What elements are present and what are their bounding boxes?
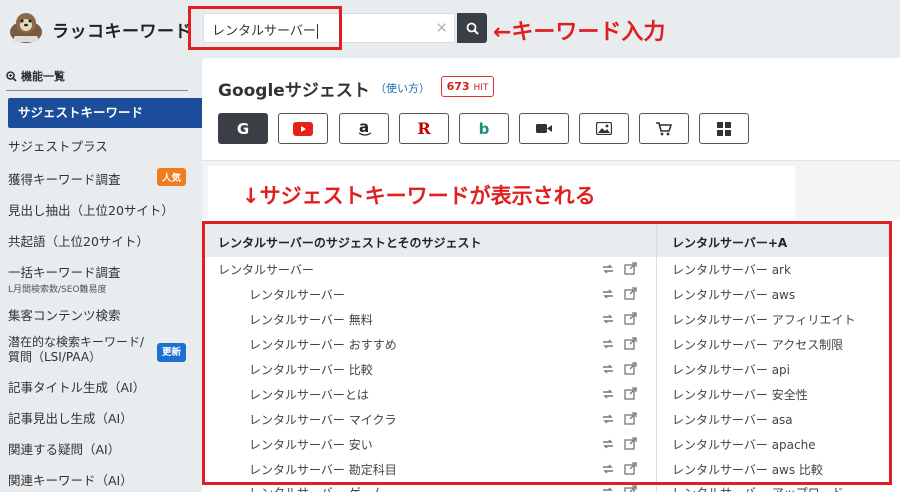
- engine-image-button[interactable]: [579, 113, 629, 144]
- engine-google-button[interactable]: G: [218, 113, 268, 144]
- sidebar-divider: [6, 90, 188, 91]
- engine-video-button[interactable]: [519, 113, 569, 144]
- sidebar-heading: 機能一覧: [6, 68, 65, 84]
- annotation-search-highlight: [188, 6, 342, 50]
- sidebar-item-article-heading-ai[interactable]: 記事見出し生成（AI）: [0, 408, 202, 427]
- sidebar-item-content-search[interactable]: 集客コンテンツ検索: [0, 305, 202, 324]
- engine-shopping-button[interactable]: [639, 113, 689, 144]
- search-icon: [466, 22, 479, 35]
- popular-badge: 人気: [156, 168, 186, 186]
- annotation-suggest-shown: ↓サジェストキーワードが表示される: [242, 184, 596, 208]
- youtube-icon: [293, 121, 313, 136]
- sidebar-item-suggest-keyword[interactable]: サジェストキーワード: [8, 98, 204, 128]
- suggest-row[interactable]: レンタルサーバー ゲーム: [249, 484, 384, 492]
- row-actions: [601, 485, 637, 492]
- grid-icon: [717, 121, 731, 136]
- google-icon: G: [236, 119, 250, 138]
- rakuten-icon: R: [417, 119, 431, 138]
- search-button[interactable]: [457, 13, 487, 43]
- header: ラッコキーワード レンタルサーバー ✕ ←キーワード入力: [0, 0, 900, 56]
- open-in-new-icon[interactable]: [624, 485, 637, 492]
- sidebar-item-cooccurrence[interactable]: 共起語（上位20サイト）: [0, 231, 202, 250]
- shopping-cart-icon: [656, 121, 672, 135]
- engine-amazon-button[interactable]: a: [339, 113, 389, 144]
- usage-link[interactable]: （使い方）: [375, 80, 430, 96]
- repeat-icon[interactable]: [601, 486, 615, 492]
- clear-icon[interactable]: ✕: [435, 19, 448, 37]
- zoom-in-icon: [6, 70, 17, 82]
- hit-count-badge: 673 HIT: [441, 76, 494, 97]
- sea-otter-logo-icon[interactable]: [6, 10, 46, 46]
- sidebar: 機能一覧 サジェストキーワード サジェストプラス 獲得キーワード調査 人気 見出…: [0, 56, 204, 492]
- engine-youtube-button[interactable]: [278, 113, 328, 144]
- sidebar-item-sub: L月間検索数/SEO難易度: [8, 285, 107, 295]
- engine-bing-button[interactable]: b: [459, 113, 509, 144]
- sidebar-item-latent-keywords[interactable]: 潜在的な検索キーワード/ 質問（LSI/PAA） 更新: [0, 335, 202, 365]
- sidebar-item-related-keywords-ai[interactable]: 関連キーワード（AI）: [0, 470, 202, 489]
- sidebar-item-article-title-ai[interactable]: 記事タイトル生成（AI）: [0, 377, 202, 396]
- sidebar-item-suggest-plus[interactable]: サジェストプラス: [0, 136, 202, 155]
- annotation-table-highlight: [202, 221, 892, 485]
- image-icon: [596, 122, 612, 135]
- engine-grid-button[interactable]: [699, 113, 749, 144]
- annotation-keyword-input: ←キーワード入力: [493, 20, 666, 45]
- engine-rakuten-button[interactable]: R: [399, 113, 449, 144]
- logo-text[interactable]: ラッコキーワード: [52, 17, 192, 42]
- suggest-row-plus-a[interactable]: レンタルサーバー アップロード: [672, 484, 844, 492]
- bing-icon: b: [478, 119, 490, 138]
- page-title: Googleサジェスト: [218, 81, 370, 101]
- sidebar-item-acquired-keywords[interactable]: 獲得キーワード調査 人気: [0, 168, 202, 188]
- updated-badge: 更新: [156, 343, 186, 362]
- sidebar-item-heading-extract[interactable]: 見出し抽出（上位20サイト）: [0, 200, 202, 219]
- sidebar-item-related-questions-ai[interactable]: 関連する疑問（AI）: [0, 439, 202, 458]
- video-icon: [536, 124, 552, 133]
- sidebar-item-bulk-keyword[interactable]: 一括キーワード調査 L月間検索数/SEO難易度: [0, 262, 202, 295]
